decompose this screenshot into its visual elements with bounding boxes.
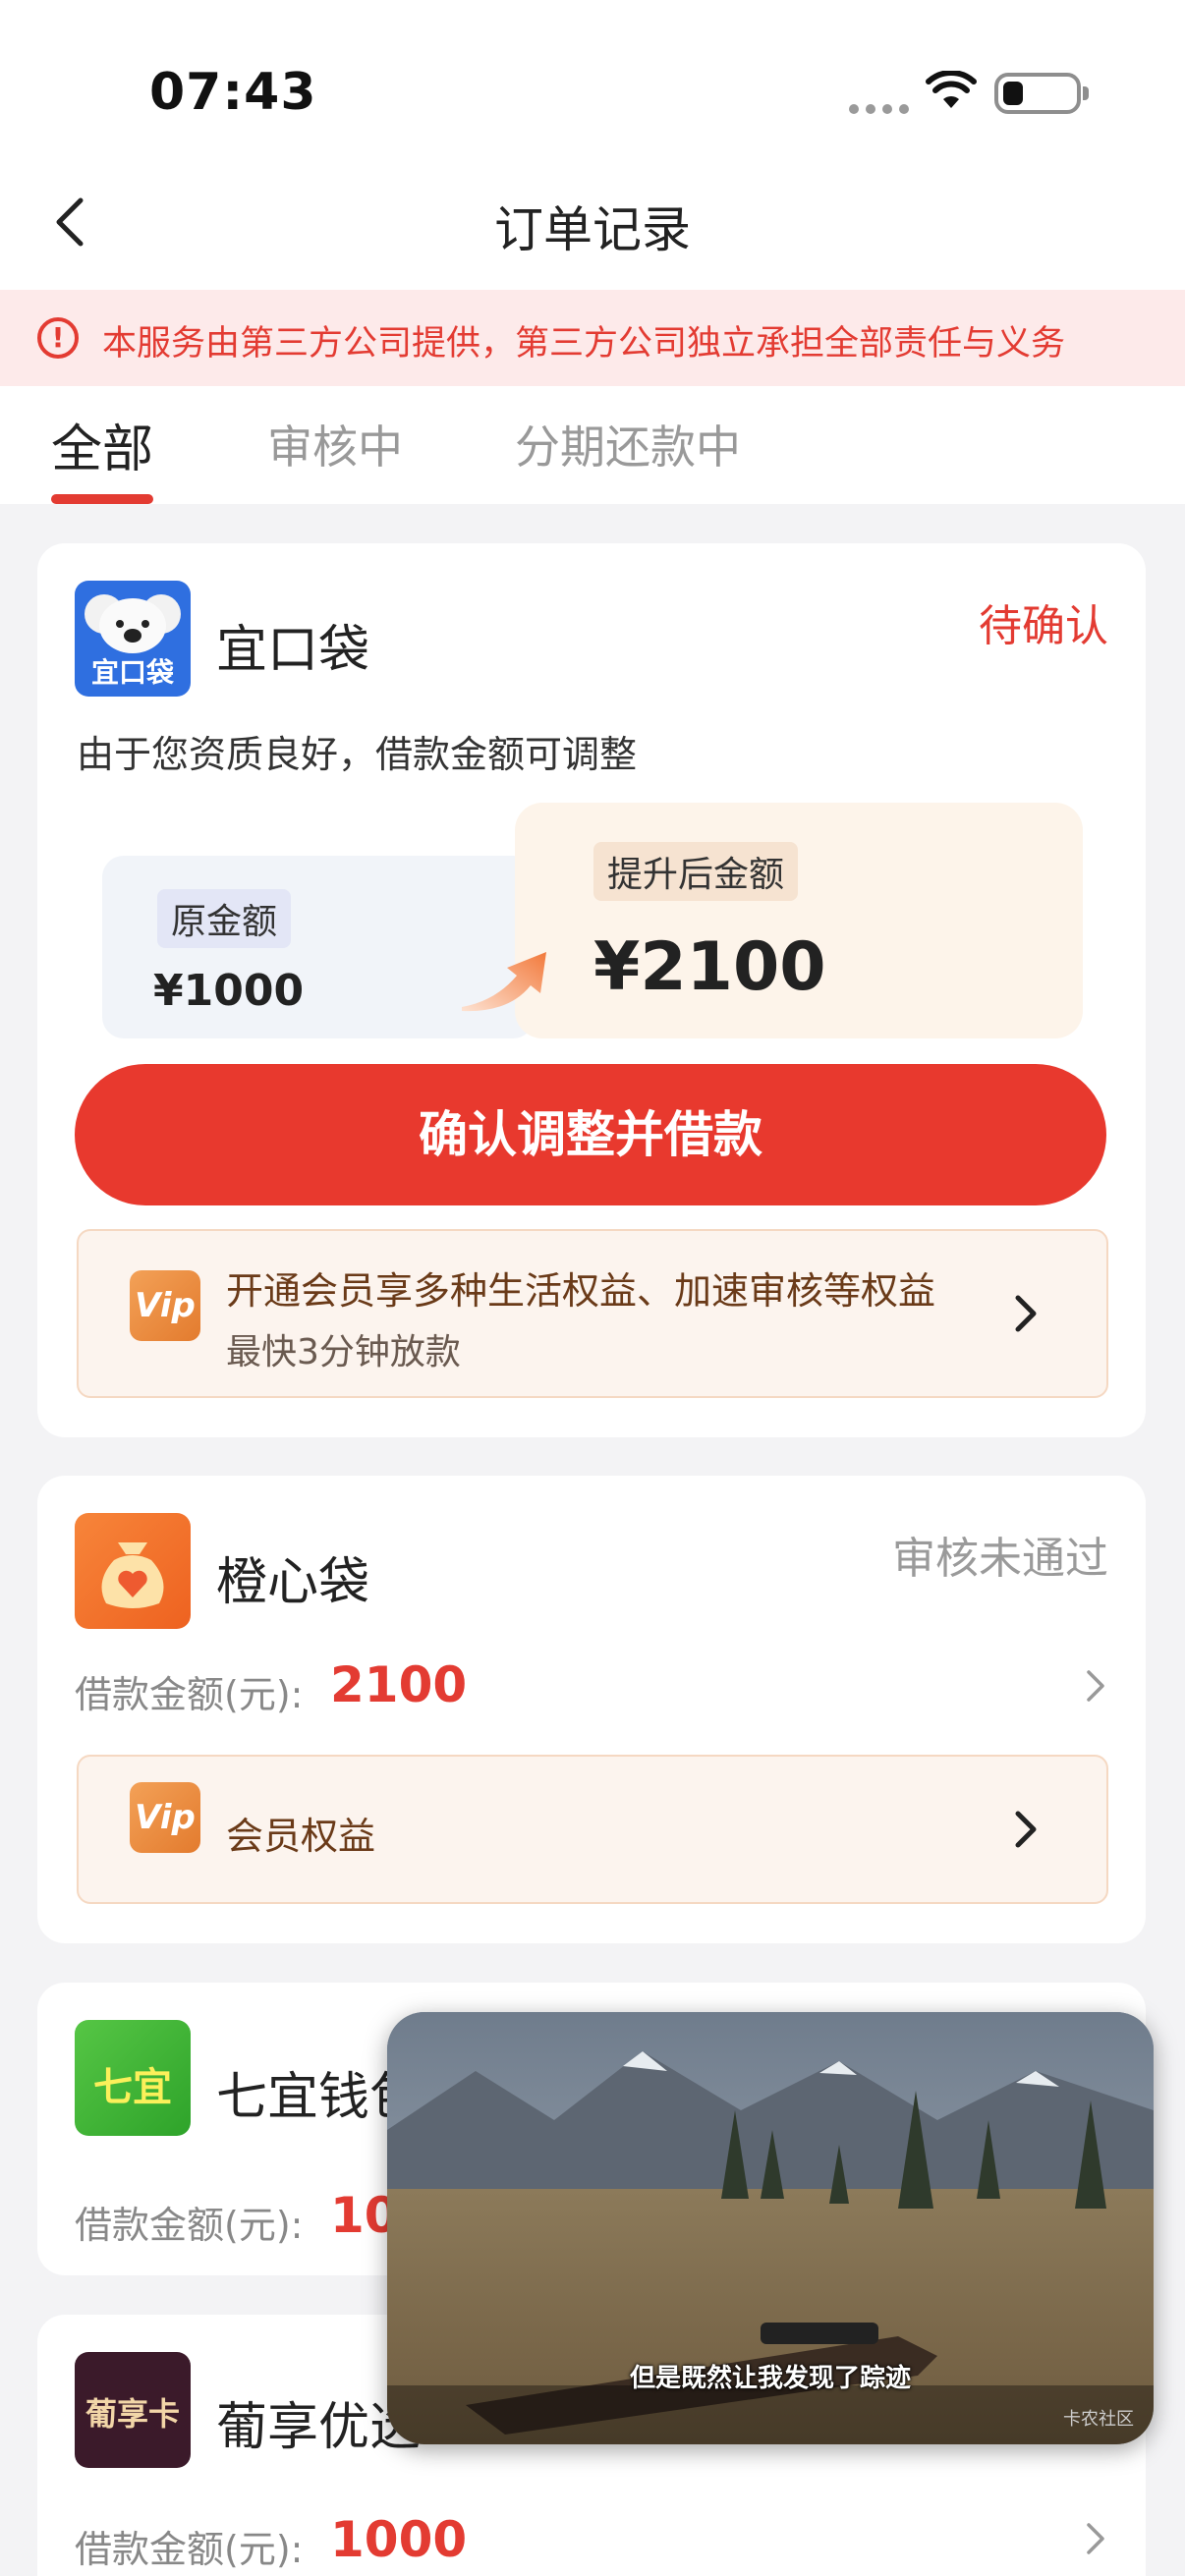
money-bag-icon [101,1542,164,1608]
app-logo-text: 宜口袋 [90,656,174,689]
order-status: 待确认 [979,601,1108,651]
app-logo-yikoudai: 宜口袋 [75,581,191,697]
original-amount-label: 原金额 [157,889,292,948]
floating-video-player[interactable]: 但是既然让我发现了踪迹 卡农社区 [387,2012,1154,2444]
warning-icon: ! [37,317,79,359]
battery-icon [994,73,1089,114]
tab-installment-repaying[interactable]: 分期还款中 [515,412,741,476]
watermark-text: 卡农社区 [1063,2409,1134,2430]
order-status: 审核未通过 [892,1534,1108,1584]
app-logo-qiyi: 七宜 [75,2020,191,2136]
vip-icon: Vip [130,1270,200,1341]
chevron-right-icon [1087,2523,1104,2554]
app-name: 宜口袋 [216,621,370,680]
confirm-adjust-borrow-button[interactable]: 确认调整并借款 [75,1064,1106,1205]
app-logo-text: 七宜 [93,2065,172,2110]
loan-amount-label: 借款金额(元): [75,2528,304,2571]
adjust-description: 由于您资质良好，借款金额可调整 [77,733,638,776]
order-card: 宜口袋 宜口袋 待确认 由于您资质良好，借款金额可调整 原金额 ¥1000 提升… [37,543,1146,1437]
page-title: 订单记录 [494,201,691,258]
vip-promo-banner[interactable]: Vip 开通会员享多种生活权益、加速审核等权益 最快3分钟放款 [77,1229,1108,1398]
loan-amount-value: 1000 [330,2511,468,2568]
chevron-right-icon [1015,1811,1037,1848]
raised-amount-label: 提升后金额 [593,842,799,901]
tab-all[interactable]: 全部 [51,408,153,481]
wifi-icon [926,71,977,108]
vip-icon: Vip [130,1782,200,1853]
disclaimer-text: 本服务由第三方公司提供，第三方公司独立承担全部责任与义务 [102,324,1066,364]
disclaimer-banner: ! 本服务由第三方公司提供，第三方公司独立承担全部责任与义务 [0,290,1185,386]
loan-amount-label: 借款金额(元): [75,2204,304,2247]
nav-bar: 订单记录 [0,167,1185,290]
chevron-right-icon [1087,1670,1104,1702]
app-logo-puxiang: 葡享卡 [75,2352,191,2468]
app-logo-chengxindai [75,1513,191,1629]
loan-amount-label: 借款金额(元): [75,1673,304,1716]
vip-benefits-title: 会员权益 [226,1815,376,1858]
status-time: 07:43 [149,63,317,122]
app-logo-text: 葡享卡 [85,2395,180,2433]
loan-amount-value: 2100 [330,1656,468,1713]
video-subtitle: 但是既然让我发现了踪迹 [629,2364,911,2393]
signal-icon [849,104,909,114]
chevron-right-icon [1015,1295,1037,1332]
original-amount-value: ¥1000 [153,966,305,1016]
vip-benefits-banner[interactable]: Vip 会员权益 [77,1755,1108,1904]
tab-bar: 全部 审核中 分期还款中 [0,386,1185,504]
raised-amount-box: 提升后金额 ¥2100 [515,803,1083,1038]
vip-promo-title: 开通会员享多种生活权益、加速审核等权益 [226,1269,936,1313]
order-card[interactable]: 橙心袋 审核未通过 借款金额(元): 2100 Vip 会员权益 [37,1476,1146,1943]
increase-arrow-icon [462,952,546,1012]
status-bar: 07:43 [0,0,1185,167]
tab-active-indicator [51,494,153,504]
raised-amount-value: ¥2100 [593,928,826,1006]
app-name: 橙心袋 [216,1553,370,1612]
vip-promo-subtitle: 最快3分钟放款 [226,1332,461,1372]
tab-under-review[interactable]: 审核中 [267,412,403,476]
